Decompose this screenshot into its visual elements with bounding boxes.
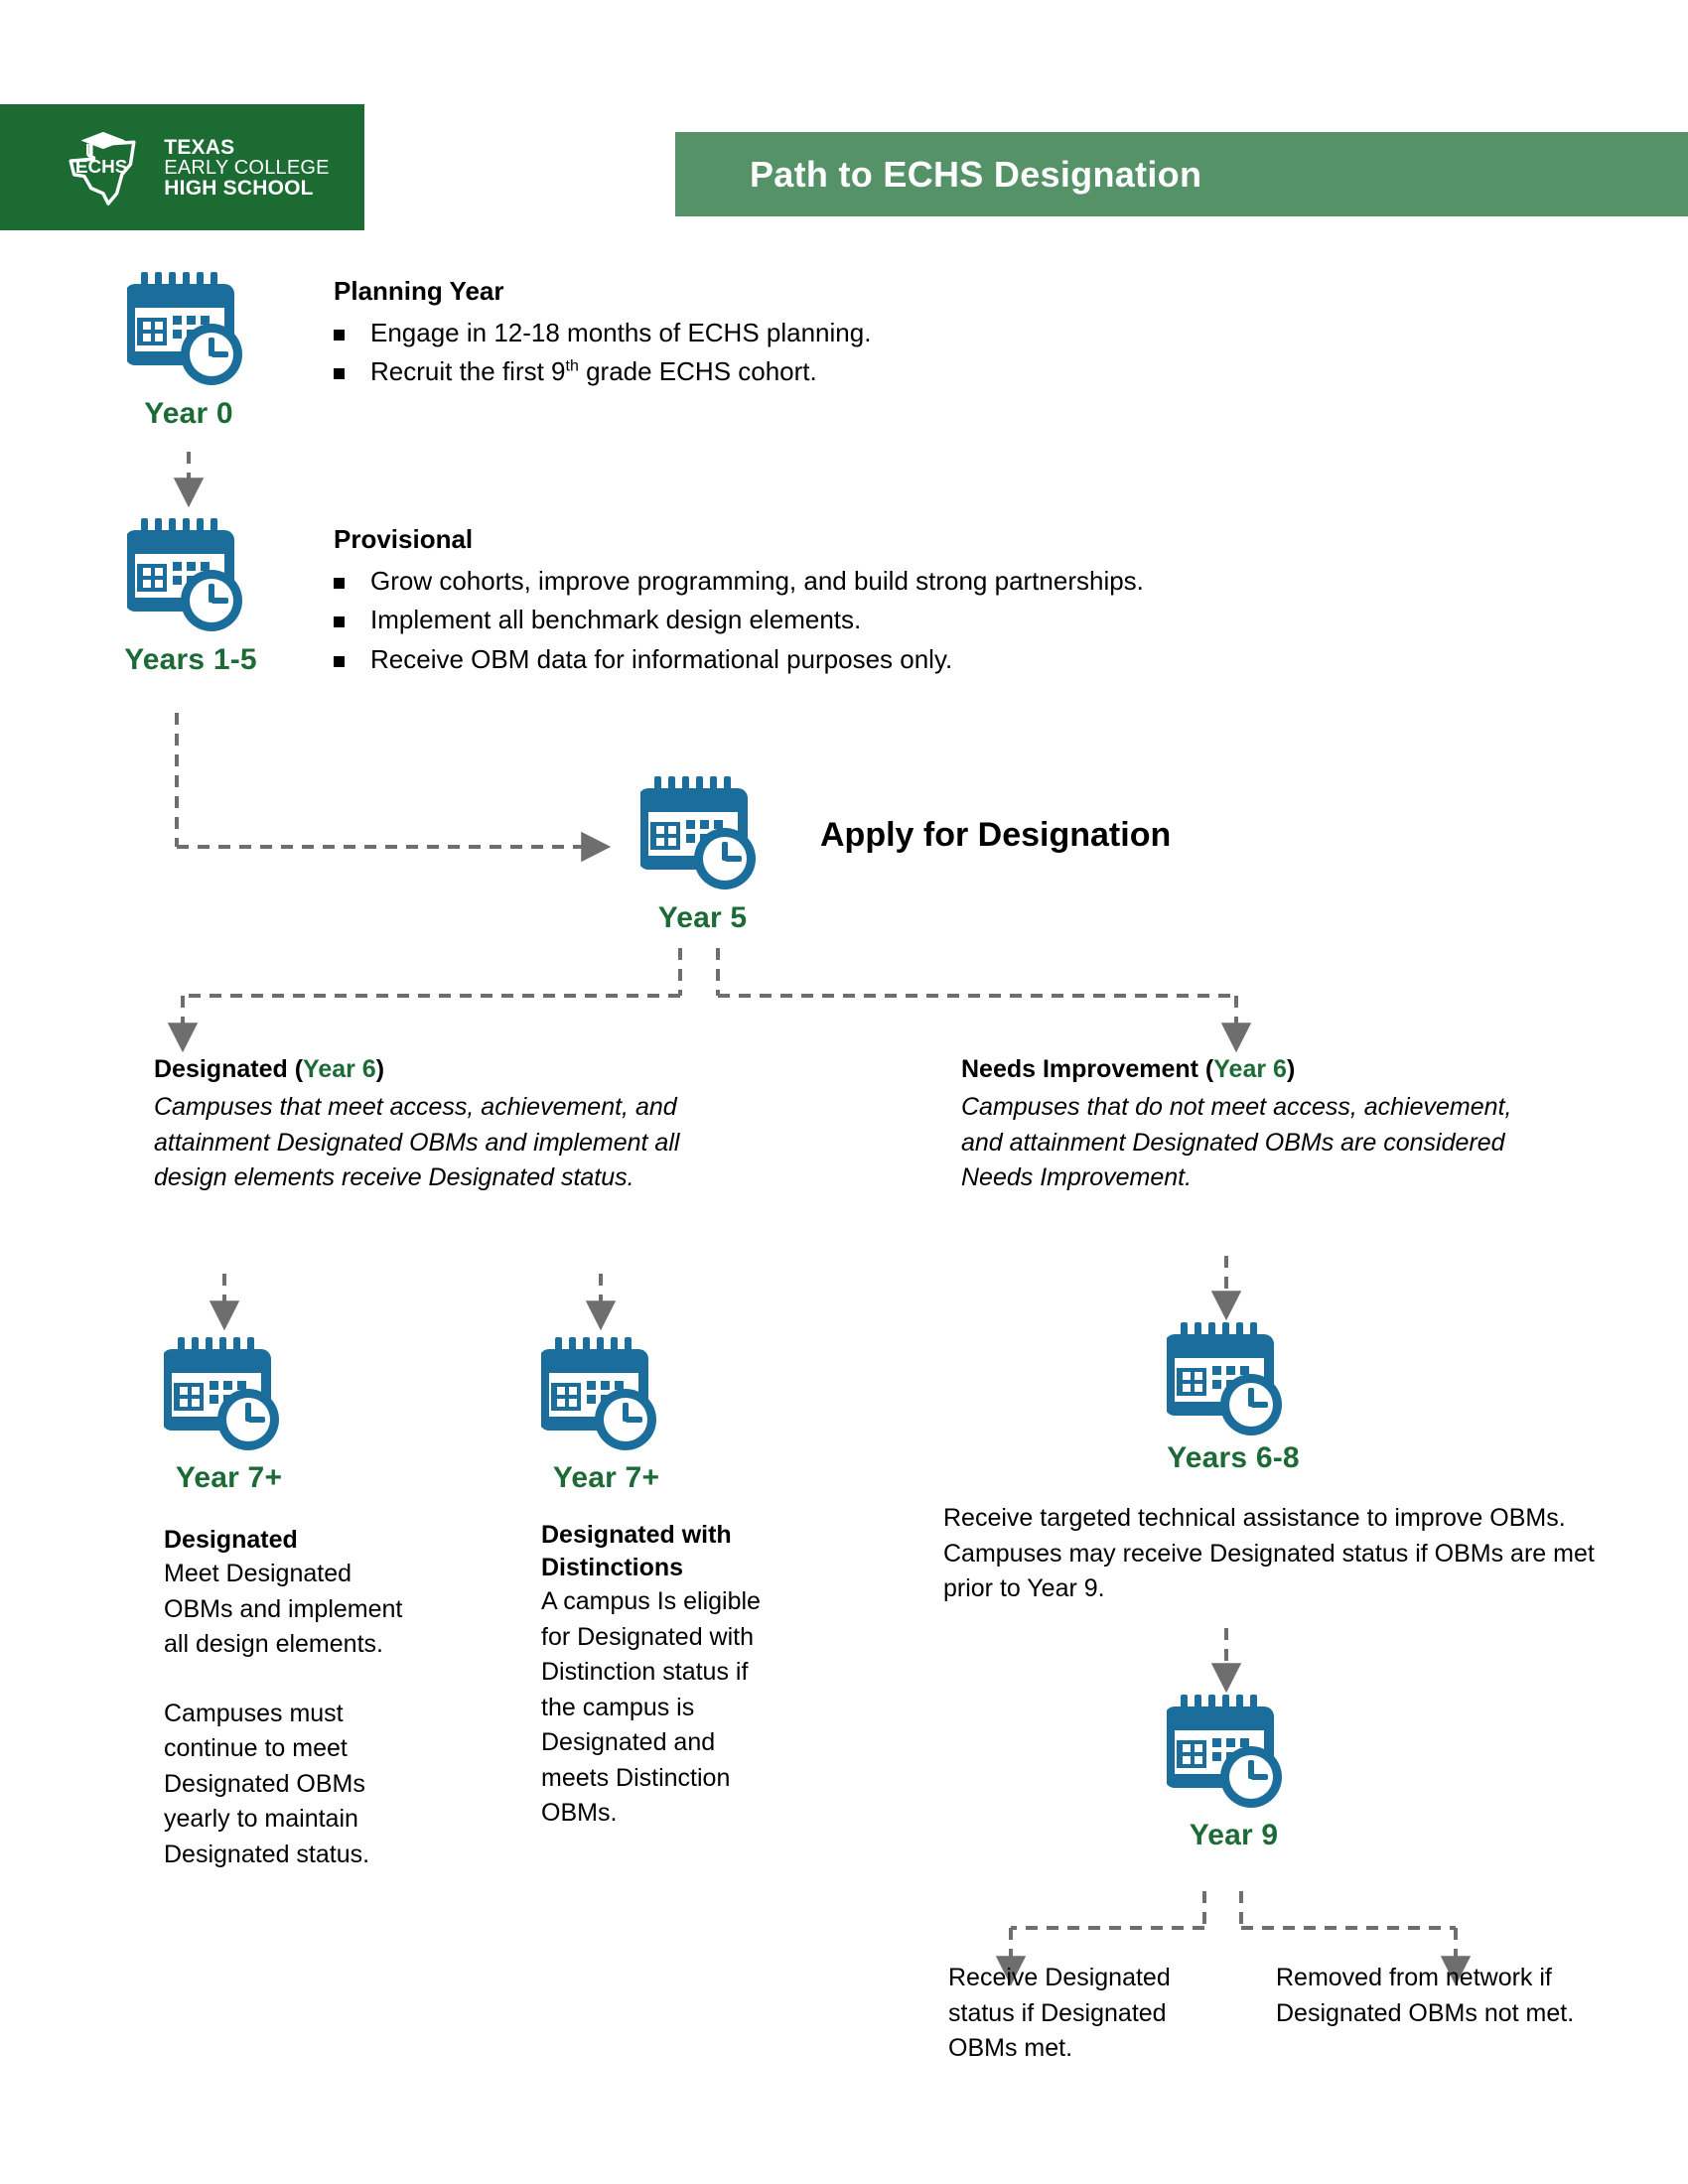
needs-improvement-branch-group: Needs Improvement (Year 6) Campuses that… (961, 1055, 1577, 1196)
page-title: Path to ECHS Designation (750, 153, 1202, 195)
distinctions-col-year-label: Year 7+ (552, 1461, 660, 1494)
year0-label: Year 0 (144, 397, 233, 430)
calendar-clock-icon (640, 776, 756, 889)
year0-bullet-2-suffix: grade ECHS cohort. (578, 356, 817, 387)
designated-col-para-1: Meet Designated OBMs and implement all d… (164, 1560, 403, 1658)
logo-line-2: EARLY COLLEGE (164, 156, 330, 179)
needs-improvement-branch-body: Campuses that do not meet access, achiev… (961, 1093, 1512, 1191)
year-9-outcome-left: Receive Designated status if Designated … (948, 1964, 1171, 2062)
year-9-outcome-right: Removed from network if Designated OBMs … (1276, 1964, 1575, 2027)
logo-line-3: HIGH SCHOOL (164, 176, 314, 200)
provisional-bullet-1-text: Grow cohorts, improve programming, and b… (370, 566, 1144, 596)
year0-bullet-1: Engage in 12-18 months of ECHS planning. (334, 317, 1346, 349)
designated-col-para-2: Campuses must continue to meet Designate… (164, 1699, 370, 1868)
logo-line-1: TEXAS (164, 135, 235, 159)
designated-col-icon-group (164, 1335, 287, 1454)
calendar-clock-icon (164, 1337, 279, 1450)
paren-open: ( (294, 1055, 304, 1083)
calendar-clock-icon (1167, 1695, 1282, 1808)
year-9-label: Year 9 (1189, 1819, 1279, 1851)
designated-col-heading: Designated (164, 1526, 298, 1554)
year0-bullet-2-prefix: Recruit the first 9 (370, 356, 566, 387)
year0-bullet-2-text: Recruit the first 9th grade ECHS cohort. (370, 355, 817, 388)
designated-branch-group: Designated (Year 6) Campuses that meet a… (154, 1055, 750, 1196)
designated-branch-title-bold: Designated (154, 1055, 295, 1083)
distinctions-col-para-1: A campus Is eligible for Designated with… (541, 1587, 761, 1827)
designated-branch-body: Campuses that meet access, achievement, … (154, 1093, 680, 1191)
year0-bullet-1-text: Engage in 12-18 months of ECHS planning. (370, 318, 872, 347)
bullet-square-icon (334, 330, 345, 341)
provisional-heading: Provisional (334, 524, 474, 554)
logo-wordmark: TEXAS EARLY COLLEGE HIGH SCHOOL (164, 137, 329, 199)
bullet-square-icon (334, 578, 345, 589)
years-6-8-body: Receive targeted technical assistance to… (943, 1504, 1595, 1602)
infographic-page: ECHS TEXAS EARLY COLLEGE HIGH SCHOOL Pat… (0, 0, 1688, 2184)
designated-branch-year: Year 6 (303, 1055, 376, 1083)
apply-for-designation-heading: Apply for Designation (820, 816, 1172, 854)
years-6-8-label: Years 6-8 (1167, 1441, 1300, 1474)
year0-heading: Planning Year (334, 276, 504, 306)
bullet-square-icon (334, 616, 345, 628)
provisional-text-group: Provisional Grow cohorts, improve progra… (334, 524, 1386, 676)
year-9-icon-group (1167, 1693, 1290, 1812)
stage-apply-icon-group (640, 774, 764, 893)
provisional-bullet-3-text: Receive OBM data for informational purpo… (370, 643, 953, 674)
calendar-clock-icon (127, 272, 242, 385)
calendar-clock-icon (541, 1337, 656, 1450)
apply-year-label: Year 5 (657, 901, 748, 934)
paren-close: ) (375, 1055, 385, 1083)
paren-open: ( (1204, 1055, 1214, 1083)
provisional-bullet-2: Implement all benchmark design elements. (334, 604, 1386, 636)
designated-col-text-group: Designated Meet Designated OBMs and impl… (164, 1524, 417, 1872)
provisional-label: Years 1-5 (124, 643, 257, 676)
texas-echs-logo-icon: ECHS (69, 131, 136, 205)
years-6-8-icon-group (1167, 1320, 1290, 1439)
stage-provisional-icon-group (127, 516, 250, 635)
page-title-bar: Path to ECHS Designation (675, 132, 1688, 216)
provisional-bullet-2-text: Implement all benchmark design elements. (370, 605, 862, 635)
year0-bullet-2-sup: th (565, 357, 579, 375)
distinctions-col-text-group: Designated with Distinctions A campus Is… (541, 1519, 770, 1832)
echs-logo-block: ECHS TEXAS EARLY COLLEGE HIGH SCHOOL (0, 104, 364, 230)
needs-improvement-branch-title-bold: Needs Improvement (961, 1055, 1205, 1083)
bullet-square-icon (334, 655, 345, 667)
year0-text-group: Planning Year Engage in 12-18 months of … (334, 276, 1346, 389)
designated-col-year-label: Year 7+ (175, 1461, 283, 1494)
logo-badge-text: ECHS (75, 157, 128, 178)
distinctions-col-icon-group (541, 1335, 664, 1454)
needs-improvement-branch-year: Year 6 (1213, 1055, 1287, 1083)
designated-branch-title: Designated (Year 6) (154, 1055, 750, 1084)
year0-bullet-2: Recruit the first 9th grade ECHS cohort. (334, 355, 1346, 388)
distinctions-col-heading: Designated with Distinctions (541, 1521, 732, 1581)
paren-close: ) (1286, 1055, 1296, 1083)
needs-improvement-branch-title: Needs Improvement (Year 6) (961, 1055, 1577, 1084)
stage-year0-icon-group (127, 270, 250, 389)
provisional-bullet-3: Receive OBM data for informational purpo… (334, 643, 1386, 676)
bullet-square-icon (334, 368, 345, 380)
provisional-bullet-1: Grow cohorts, improve programming, and b… (334, 565, 1386, 598)
calendar-clock-icon (127, 518, 242, 631)
calendar-clock-icon (1167, 1322, 1282, 1435)
